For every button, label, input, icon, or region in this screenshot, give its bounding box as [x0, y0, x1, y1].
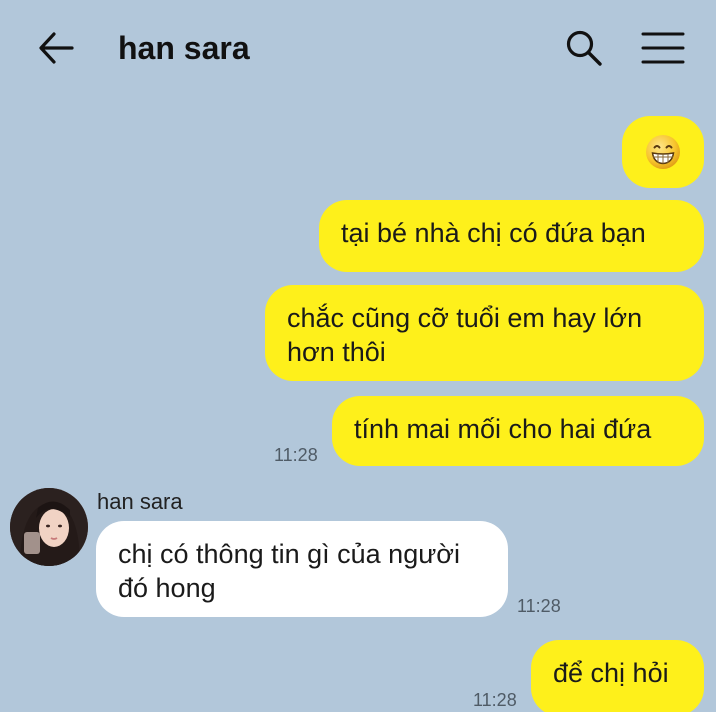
hamburger-menu-icon — [641, 30, 685, 66]
profile-photo-icon — [10, 488, 88, 566]
message-text: chị có thông tin gì của người đó hong — [118, 539, 460, 603]
message-text: chắc cũng cỡ tuổi em hay lớn hơn thôi — [287, 303, 642, 367]
message-bubble[interactable]: để chị hỏi — [531, 640, 704, 712]
arrow-left-icon — [36, 28, 76, 68]
grinning-face-icon — [645, 134, 681, 170]
sender-name: han sara — [97, 489, 183, 515]
message-timestamp: 11:28 — [274, 445, 318, 466]
message-bubble[interactable]: chị có thông tin gì của người đó hong — [96, 521, 508, 617]
avatar[interactable] — [10, 488, 88, 566]
message-bubble[interactable]: chắc cũng cỡ tuổi em hay lớn hơn thôi — [265, 285, 704, 381]
message-bubble[interactable]: tại bé nhà chị có đứa bạn — [319, 200, 704, 272]
message-text: tính mai mối cho hai đứa — [354, 414, 651, 444]
message-text: tại bé nhà chị có đứa bạn — [341, 218, 646, 248]
message-timestamp: 11:28 — [473, 690, 517, 711]
search-button[interactable] — [560, 24, 608, 72]
chat-title: han sara — [118, 28, 250, 68]
search-icon — [564, 28, 604, 68]
chat-header: han sara — [0, 0, 716, 95]
message-bubble[interactable]: tính mai mối cho hai đứa — [332, 396, 704, 466]
menu-button[interactable] — [638, 24, 688, 72]
message-bubble-emoji[interactable] — [622, 116, 704, 188]
back-button[interactable] — [34, 26, 78, 70]
message-timestamp: 11:28 — [517, 596, 561, 617]
message-text: để chị hỏi — [553, 658, 669, 688]
